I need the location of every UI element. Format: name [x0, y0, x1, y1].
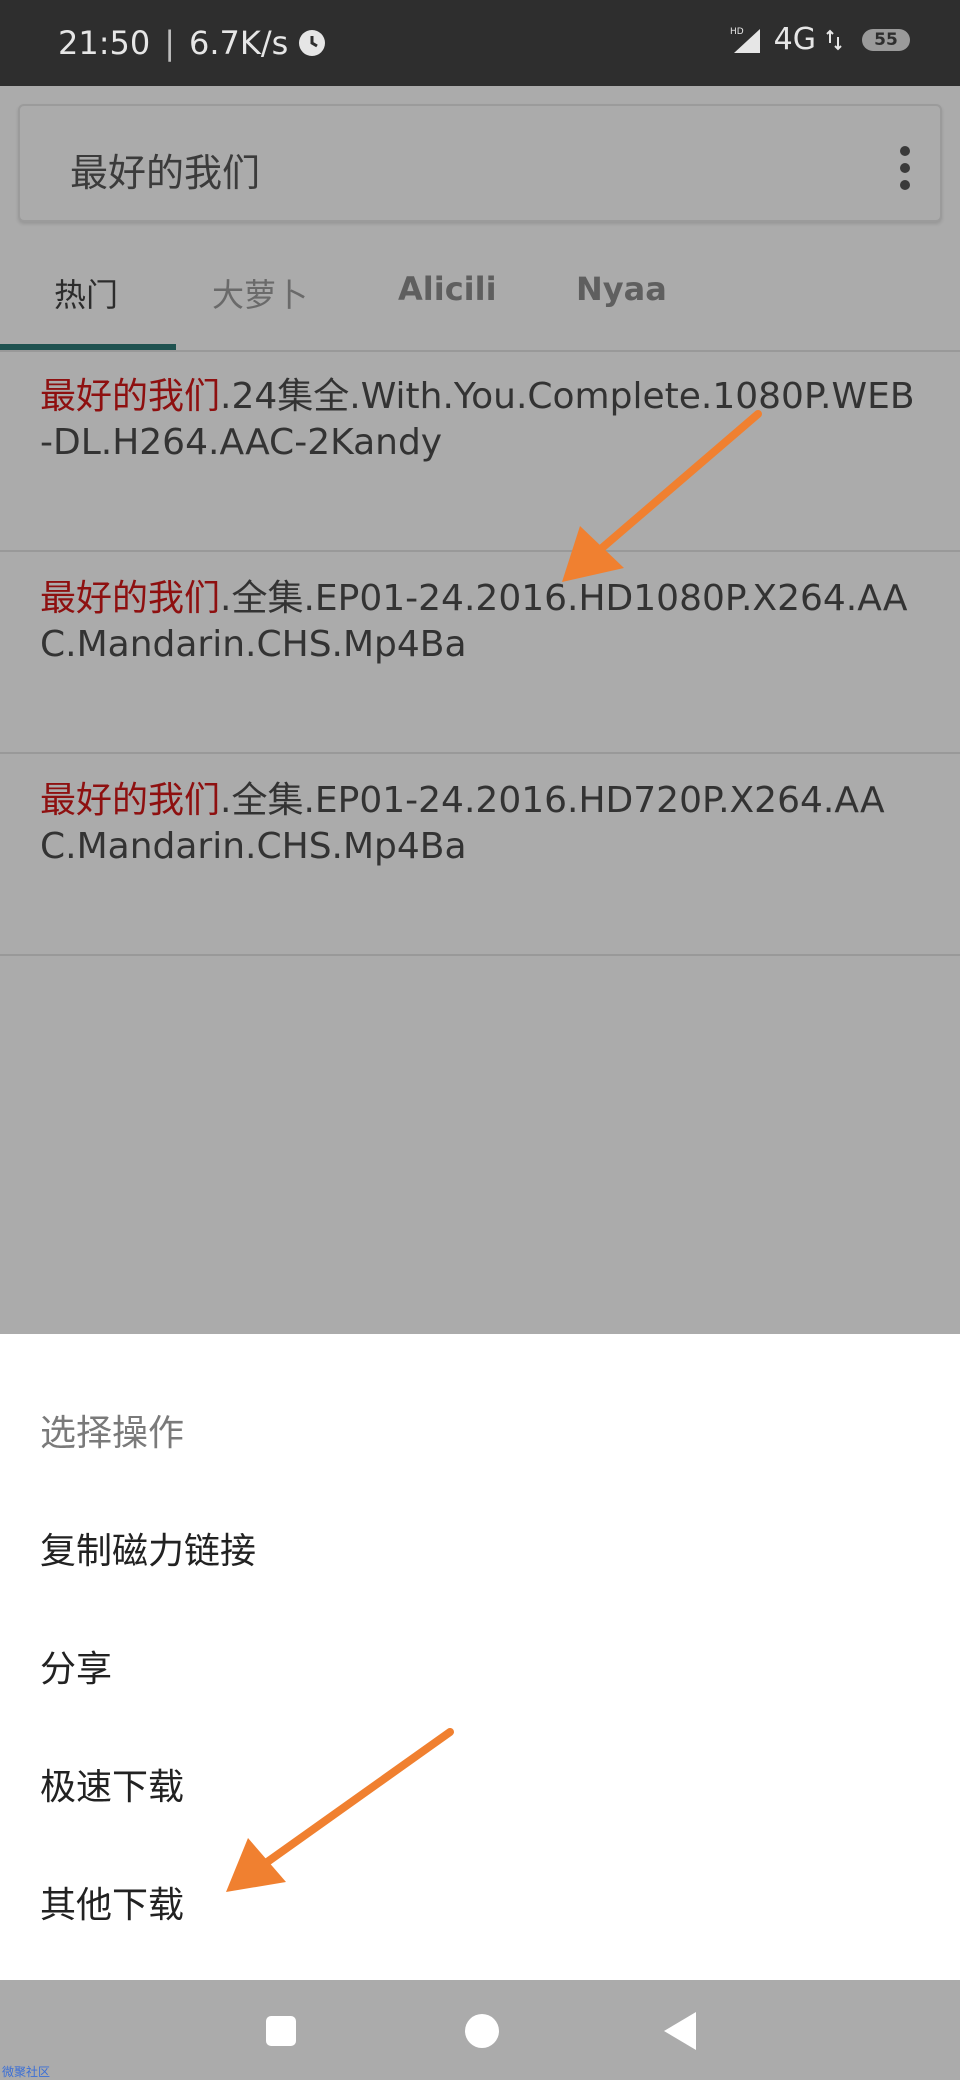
- status-speed: 6.7K/s: [189, 24, 289, 62]
- signal-icon: HD: [730, 27, 760, 53]
- source-tabs: 热门 大萝卜 Alicili Nyaa: [0, 240, 960, 352]
- annotation-arrow-icon: [562, 410, 762, 582]
- tab-alicili[interactable]: Alicili: [398, 270, 497, 308]
- result-item[interactable]: 最好的我们.全集.EP01-24.2016.HD1080P.X264.AAC.M…: [0, 552, 960, 754]
- watermark: 微聚社区: [2, 2065, 51, 2079]
- fast-download-item[interactable]: 极速下载: [40, 1758, 184, 1810]
- status-time: 21:50: [58, 24, 151, 62]
- tab-daluobo[interactable]: 大萝卜: [212, 270, 308, 316]
- more-options-icon[interactable]: [900, 146, 912, 190]
- sheet-title: 选择操作: [40, 1413, 185, 1454]
- home-circle-icon[interactable]: [465, 2014, 499, 2048]
- results-list: 最好的我们.24集全.With.You.Complete.1080P.WEB-D…: [0, 350, 960, 956]
- search-bar[interactable]: 最好的我们: [18, 104, 942, 222]
- other-download-item[interactable]: 其他下载: [40, 1876, 184, 1928]
- annotation-arrow-icon: [226, 1728, 454, 1892]
- result-item[interactable]: 最好的我们.24集全.With.You.Complete.1080P.WEB-D…: [0, 350, 960, 552]
- result-highlight: 最好的我们: [40, 376, 221, 417]
- share-item[interactable]: 分享: [40, 1640, 112, 1692]
- status-separator: |: [164, 24, 175, 62]
- status-bar: 21:50 | 6.7K/s HD 4G 55: [0, 0, 960, 86]
- result-item[interactable]: 最好的我们.全集.EP01-24.2016.HD720P.X264.AAC.Ma…: [0, 754, 960, 956]
- network-type: 4G: [773, 22, 816, 57]
- status-left: 21:50 | 6.7K/s: [58, 24, 326, 62]
- recents-square-icon[interactable]: [266, 2016, 296, 2046]
- tab-nyaa[interactable]: Nyaa: [576, 270, 667, 308]
- status-right: HD 4G 55: [730, 22, 910, 57]
- back-triangle-icon[interactable]: [664, 2012, 696, 2050]
- data-arrows-icon: [826, 29, 842, 50]
- copy-magnet-link-item[interactable]: 复制磁力链接: [40, 1522, 256, 1574]
- tab-hot[interactable]: 热门: [54, 270, 118, 316]
- navigation-bar: 微聚社区: [0, 1980, 960, 2080]
- result-highlight: 最好的我们: [40, 780, 221, 821]
- action-sheet: 选择操作 复制磁力链接 分享 极速下载 其他下载: [0, 1334, 960, 1980]
- result-highlight: 最好的我们: [40, 578, 221, 619]
- clock-icon: [299, 30, 326, 56]
- hd-label: HD: [730, 27, 744, 37]
- search-query[interactable]: 最好的我们: [70, 142, 260, 197]
- battery-icon: 55: [862, 28, 910, 51]
